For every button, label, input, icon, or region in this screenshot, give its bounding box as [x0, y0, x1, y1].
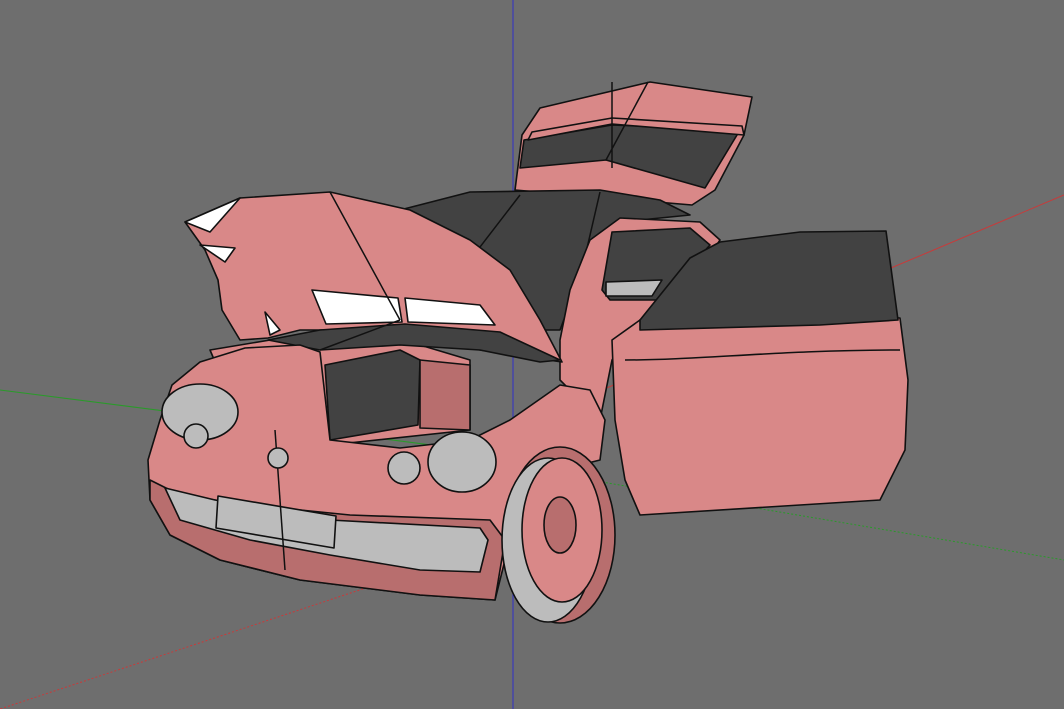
trunk-lid[interactable] — [514, 81, 753, 206]
viewport-canvas[interactable] — [0, 0, 1064, 709]
headlight-right[interactable] — [387, 431, 497, 493]
car-model[interactable] — [147, 81, 909, 624]
3d-viewport[interactable] — [0, 0, 1064, 709]
x-axis-negative-line — [0, 569, 421, 709]
